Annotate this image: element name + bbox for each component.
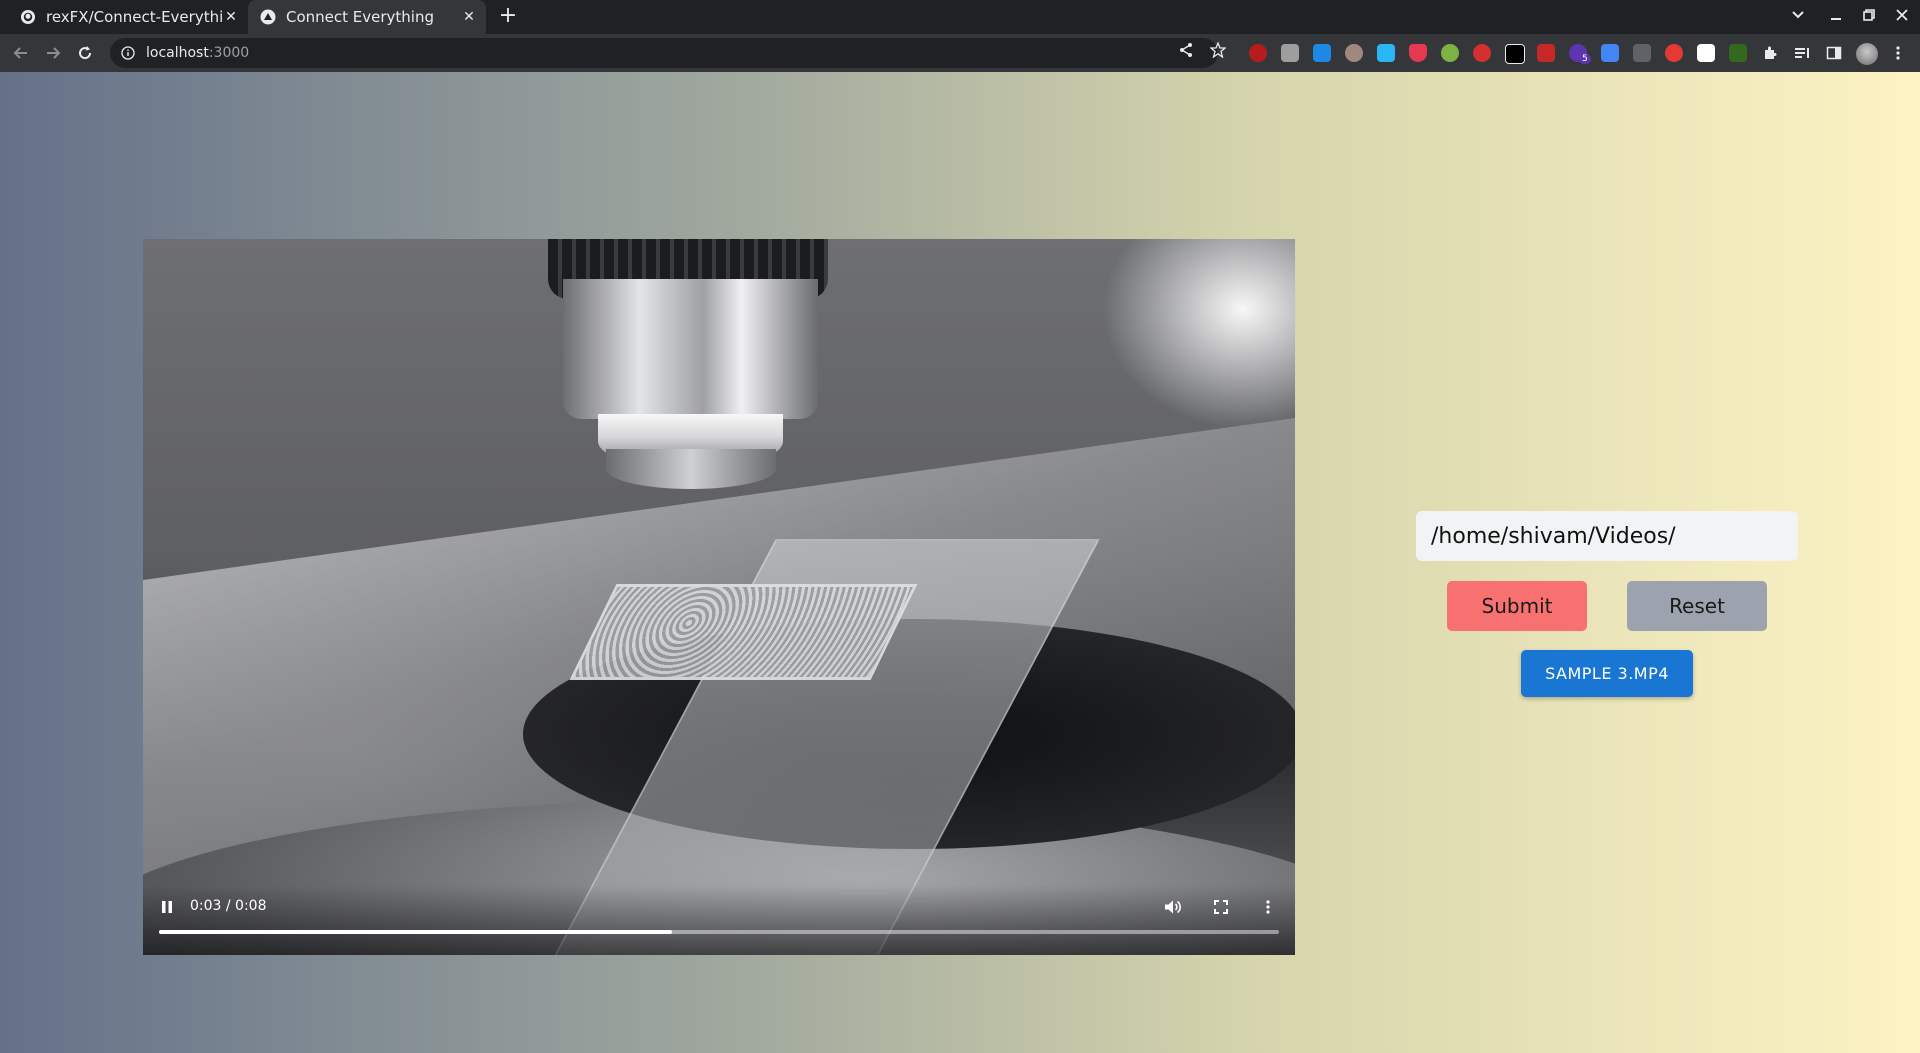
extension-icon[interactable]	[1537, 44, 1555, 62]
file-button[interactable]: SAMPLE 3.MP4	[1521, 650, 1693, 697]
url-text: localhost:3000	[146, 45, 249, 61]
translate-extension-icon[interactable]	[1601, 44, 1619, 62]
minimize-icon[interactable]	[1825, 6, 1847, 28]
restore-icon[interactable]	[1858, 6, 1880, 28]
back-icon[interactable]	[10, 42, 32, 64]
extension-music-icon[interactable]	[1665, 44, 1683, 62]
objective-tip	[606, 449, 776, 489]
bookmark-star-icon[interactable]	[1209, 41, 1227, 59]
side-panel-icon[interactable]	[1825, 44, 1843, 62]
tab-connect-everything[interactable]: Connect Everything ✕	[248, 0, 486, 34]
new-tab-button[interactable]: +	[496, 5, 520, 29]
tab-close-icon[interactable]: ✕	[460, 8, 478, 26]
objective-lens	[563, 279, 818, 419]
extension-s-icon[interactable]	[1313, 44, 1331, 62]
extension-icon[interactable]	[1697, 44, 1715, 62]
video-progress-fill	[159, 930, 672, 934]
specimen	[569, 584, 918, 680]
youtube-extension-icon[interactable]	[1505, 44, 1525, 64]
submit-button[interactable]: Submit	[1447, 581, 1587, 631]
share-icon[interactable]	[1177, 41, 1195, 59]
browser-tab-bar: rexFX/Connect-Everything ✕ Connect Every…	[0, 0, 1920, 34]
fullscreen-icon[interactable]	[1209, 895, 1233, 919]
address-bar[interactable]: localhost:3000	[110, 38, 1218, 68]
more-options-icon[interactable]	[1256, 895, 1280, 919]
browser-menu-icon[interactable]	[1889, 44, 1907, 62]
tab-search-chevron-icon[interactable]	[1787, 6, 1809, 28]
extensions-puzzle-icon[interactable]	[1761, 44, 1779, 62]
tab-close-icon[interactable]: ✕	[222, 8, 240, 26]
tab-title: Connect Everything	[286, 8, 435, 26]
reset-button[interactable]: Reset	[1627, 581, 1767, 631]
url-port: :3000	[208, 45, 250, 61]
video-frame	[143, 239, 1295, 955]
video-time: 0:03 / 0:08	[190, 898, 267, 914]
profile-avatar[interactable]	[1856, 43, 1878, 65]
close-window-icon[interactable]	[1891, 6, 1913, 28]
extension-icon[interactable]	[1281, 44, 1299, 62]
extension-icon[interactable]	[1345, 44, 1363, 62]
extension-icon[interactable]	[1633, 44, 1651, 62]
url-host: localhost	[146, 45, 209, 61]
reload-icon[interactable]	[74, 42, 96, 64]
ublock-extension-icon[interactable]	[1249, 44, 1267, 62]
extension-plus-icon[interactable]	[1441, 44, 1459, 62]
pause-icon[interactable]	[155, 895, 179, 919]
extension-icon[interactable]: 5	[1569, 44, 1591, 64]
reading-list-icon[interactable]	[1793, 44, 1811, 62]
github-icon	[20, 9, 36, 25]
browser-toolbar: localhost:3000 5	[0, 34, 1920, 72]
video-progress-bar[interactable]	[159, 930, 1279, 934]
page-background: 0:03 / 0:08 Submit Reset SAMPLE 3.MP4	[0, 72, 1920, 1053]
tab-title: rexFX/Connect-Everything	[46, 8, 222, 26]
pocket-extension-icon[interactable]	[1409, 44, 1427, 62]
triangle-logo-icon	[260, 9, 276, 25]
extension-icon[interactable]	[1729, 44, 1747, 62]
path-input[interactable]	[1416, 511, 1798, 561]
extension-icon[interactable]	[1473, 44, 1491, 62]
video-player[interactable]: 0:03 / 0:08	[143, 239, 1295, 955]
forward-icon[interactable]	[42, 42, 64, 64]
video-controls: 0:03 / 0:08	[143, 885, 1295, 955]
site-info-icon[interactable]	[120, 45, 136, 61]
extension-badge: 5	[1579, 54, 1591, 64]
volume-icon[interactable]	[1160, 895, 1184, 919]
extension-icon[interactable]	[1377, 44, 1395, 62]
tab-github[interactable]: rexFX/Connect-Everything ✕	[10, 0, 248, 34]
